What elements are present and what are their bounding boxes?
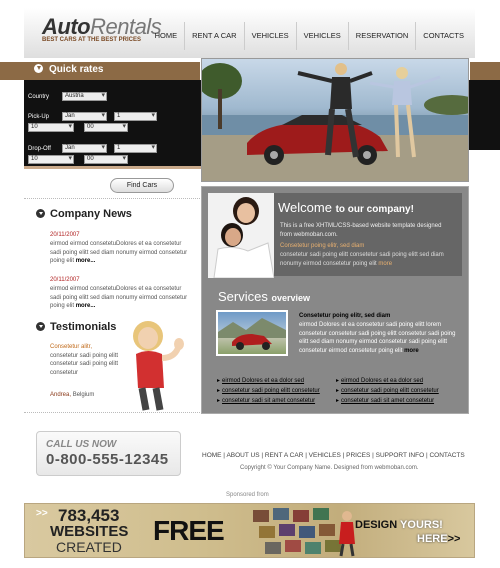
service-link[interactable]: consetetur sadi poing elitt consetetur <box>217 386 320 396</box>
hero-photo <box>201 58 469 182</box>
welcome-photo <box>208 193 275 279</box>
testimonial-photo <box>124 318 194 414</box>
banner-here[interactable]: HERE>> <box>417 533 460 545</box>
banner-free: FREE <box>153 515 225 546</box>
nav-contacts[interactable]: CONTACTS <box>415 22 471 50</box>
welcome-intro: This is a free XHTML/CSS-based website t… <box>280 223 442 238</box>
news-text: eirmod eirmod consetetuDolores et ea con… <box>50 286 188 309</box>
service-link[interactable]: consetetur sadi poing elitt consetetur <box>336 386 439 396</box>
services-subtitle: Consetetur poing elitr, sed diam <box>299 313 391 319</box>
bullet-icon <box>34 64 43 73</box>
company-news-title: Company News <box>36 208 132 220</box>
banner-created: CREATED <box>56 539 122 555</box>
nav-rent-a-car[interactable]: RENT A CAR <box>184 22 243 50</box>
divider <box>24 166 201 169</box>
testimonial-author: Andrea, Belgium <box>50 392 95 398</box>
nav-home[interactable]: HOME <box>148 22 185 50</box>
quick-rates-title: Quick rates <box>34 64 103 75</box>
pickup-hour-select[interactable]: 10 <box>28 123 74 132</box>
service-link[interactable]: eirmod Dolores et ea dolor sed <box>336 376 439 386</box>
sponsored-label: Sponsored from <box>226 492 269 498</box>
banner-design-yours: DESIGN YOURS! <box>355 519 443 531</box>
nav-reservation[interactable]: RESERVATION <box>347 22 416 50</box>
divider <box>24 198 200 199</box>
header: AutoRentals BEST CARS AT THE BEST PRICES… <box>24 8 475 58</box>
country-select[interactable]: Austria <box>62 92 107 101</box>
testimonial-text: Consetetur alitr, consetetur sadi poing … <box>50 344 119 376</box>
footer-links[interactable]: HOME | ABOUT US | RENT A CAR | VEHICLES … <box>202 452 465 459</box>
services-text: eirmod Dolores et ea consetetur sadi poi… <box>299 322 456 354</box>
bullet-icon <box>36 209 45 218</box>
services-links-right: eirmod Dolores et ea dolor sed consetetu… <box>336 376 439 406</box>
testimonials-title: Testimonials <box>36 321 116 333</box>
welcome-text: consetetur sadi poing elitt consetetur s… <box>280 252 444 267</box>
divider <box>24 412 200 413</box>
main-nav: HOME RENT A CAR VEHICLES VEHICLES RESERV… <box>148 22 471 50</box>
pickup-day-select[interactable]: 1 <box>114 112 157 121</box>
pickup-label: Pick-Up <box>28 114 50 120</box>
band-decoration <box>470 62 500 80</box>
nav-vehicles[interactable]: VEHICLES <box>243 22 296 50</box>
services-photo <box>216 310 288 356</box>
services-more-link[interactable]: more <box>404 348 419 354</box>
logo-tagline: BEST CARS AT THE BEST PRICES <box>42 37 142 43</box>
service-link[interactable]: consetetur sadi sit amet consetetur <box>217 396 320 406</box>
phone-number[interactable]: 0-800-555-12345 <box>46 451 169 468</box>
welcome-subtitle: Consetetur poing elitr, sed diam <box>280 243 365 249</box>
dropoff-label: Drop-Off <box>28 146 51 152</box>
dropoff-minute-select[interactable]: 00 <box>84 155 128 164</box>
services-links-left: eirmod Dolores et ea dolor sed consetetu… <box>217 376 320 406</box>
banner-websites: WEBSITES <box>50 523 129 540</box>
bullet-icon <box>36 322 45 331</box>
find-cars-button[interactable]: Find Cars <box>110 178 174 193</box>
country-label: Country <box>28 94 50 100</box>
call-us-label: CALL US NOW <box>46 439 117 450</box>
nav-vehicles-2[interactable]: VEHICLES <box>295 22 348 50</box>
news-more-link[interactable]: more... <box>76 303 96 309</box>
copyright: Copyright © Your Company Name. Designed … <box>240 465 419 471</box>
service-link[interactable]: consetetur sadi sit amet consetetur <box>336 396 439 406</box>
news-more-link[interactable]: more... <box>76 258 96 264</box>
service-link[interactable]: eirmod Dolores et ea dolor sed <box>217 376 320 386</box>
news-date: 20/11/2007 <box>50 232 80 238</box>
welcome-title: Welcome to our company! <box>278 200 414 215</box>
pickup-minute-select[interactable]: 00 <box>84 123 128 132</box>
dropoff-hour-select[interactable]: 10 <box>28 155 74 164</box>
dropoff-day-select[interactable]: 1 <box>114 144 157 153</box>
banner-arrows-left: >> <box>36 508 48 519</box>
welcome-more-link[interactable]: more <box>378 261 392 267</box>
pickup-month-select[interactable]: Jan <box>62 112 107 121</box>
services-title: Services overview <box>218 289 311 304</box>
news-text: eirmod eirmod consetetuDolores et ea con… <box>50 241 188 264</box>
dropoff-month-select[interactable]: Jan <box>62 144 107 153</box>
news-date: 20/11/2007 <box>50 277 80 283</box>
